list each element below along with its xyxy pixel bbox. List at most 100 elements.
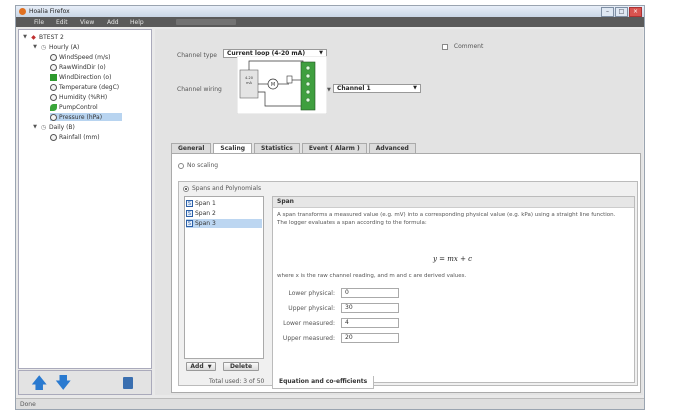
arrow-up-icon[interactable]: 🡅 [31, 374, 47, 392]
menu-file[interactable]: File [34, 19, 44, 26]
tree-item-label: Pressure (hPa) [59, 113, 103, 121]
gauge-icon [50, 113, 57, 121]
chevron-down-icon: ▼ [207, 364, 212, 370]
scaling-panel: No scaling Spans and Polynomials S Span … [171, 153, 641, 393]
menu-bar: File Edit View Add Help [16, 17, 644, 27]
tab-event-alarm[interactable]: Event ( Alarm ) [301, 143, 367, 153]
delete-button[interactable]: Delete [223, 362, 259, 371]
menu-help[interactable]: Help [130, 19, 144, 26]
svg-text:4-20: 4-20 [245, 76, 253, 80]
arrow-down-icon[interactable]: 🡇 [55, 374, 71, 392]
app-window: Hoalia Firefox – □ × File Edit View Add … [15, 5, 645, 410]
tree-item-label: Temperature (degC) [59, 83, 120, 91]
tree-group-hourly[interactable]: ▼ ◷ Hourly (A) [32, 43, 79, 51]
control-icon [50, 103, 57, 111]
menu-add[interactable]: Add [107, 19, 119, 26]
menu-search-field[interactable] [176, 19, 236, 25]
tab-scaling[interactable]: Scaling [213, 143, 253, 153]
spans-list: S Span 1 S Span 2 S Span 3 [184, 196, 264, 359]
tree-item-pumpcontrol[interactable]: PumpControl [50, 103, 98, 111]
lower-physical-label: Lower physical: [288, 290, 336, 297]
channel-type-label: Channel type [177, 52, 217, 59]
gauge-icon [50, 53, 57, 61]
chevron-down-icon[interactable]: ▼ [32, 44, 38, 50]
spans-label: Spans and Polynomials [192, 185, 262, 192]
list-item-span-3[interactable]: S Span 3 [186, 219, 262, 228]
chevron-down-icon: ▼ [413, 85, 417, 91]
span-icon: S [186, 220, 193, 227]
upper-measured-input[interactable]: 20 [341, 333, 399, 343]
gauge-icon [50, 83, 57, 91]
gauge-icon [50, 133, 57, 141]
tab-statistics[interactable]: Statistics [254, 143, 300, 153]
tree-item-humidity[interactable]: Humidity (%RH) [50, 93, 107, 101]
tree-root[interactable]: ▼ ◆ BTEST 2 [22, 33, 64, 41]
spans-option[interactable]: Spans and Polynomials [183, 185, 261, 192]
wiring-diagram: 4-20 mA M [237, 56, 327, 114]
tree-item-pressure[interactable]: Pressure (hPa) [50, 113, 122, 121]
spans-group: Spans and Polynomials S Span 1 S Span 2 … [178, 181, 638, 389]
main-panel: Channel type Current loop (4-20 mA) ▼ Co… [155, 29, 643, 395]
tree-item-label: Rainfall (mm) [59, 133, 100, 141]
gauge-icon [50, 93, 57, 101]
upper-physical-input[interactable]: 30 [341, 303, 399, 313]
no-scaling-radio[interactable] [178, 162, 184, 169]
comment-checkbox[interactable] [442, 43, 448, 50]
window-controls: – □ × [601, 7, 642, 17]
tree-item-rawwinddir[interactable]: RawWindDir (o) [50, 63, 106, 71]
channel-wiring-select[interactable]: Channel 1 ▼ [333, 84, 421, 93]
tree-item-windspeed[interactable]: WindSpeed (m/s) [50, 53, 110, 61]
tab-general[interactable]: General [171, 143, 212, 153]
upper-physical-label: Upper physical: [288, 305, 335, 312]
upper-measured-label: Upper measured: [282, 335, 335, 342]
channel-wiring-value: Channel 1 [337, 85, 371, 92]
tab-bar: General Scaling Statistics Event ( Alarm… [171, 143, 416, 153]
comment-checkbox-row[interactable]: Comment [442, 43, 483, 50]
list-item-span-2[interactable]: S Span 2 [186, 209, 262, 218]
tree-item-winddirection[interactable]: WindDirection (o) [50, 73, 111, 81]
svg-text:mA: mA [246, 81, 252, 85]
tab-equation-coefficients[interactable]: Equation and co-efficients [272, 376, 375, 389]
lower-measured-input[interactable]: 4 [341, 318, 399, 328]
status-bar: Done [16, 398, 644, 409]
menu-edit[interactable]: Edit [56, 19, 68, 26]
tree-item-label: WindSpeed (m/s) [59, 53, 111, 61]
app-logo-icon [19, 8, 26, 15]
sidebar-toolbar: 🡅 🡇 [18, 370, 152, 395]
minimize-icon[interactable]: – [601, 7, 614, 17]
lower-physical-input[interactable]: 0 [341, 288, 399, 298]
wiring-chevron-icon[interactable]: ▼ [327, 87, 331, 93]
list-item-span-1[interactable]: S Span 1 [186, 199, 262, 208]
chevron-down-icon[interactable]: ▼ [32, 124, 38, 130]
span-description: A span transforms a measured value (e.g.… [277, 212, 616, 226]
span-icon: S [186, 210, 193, 217]
chevron-down-icon[interactable]: ▼ [22, 34, 28, 40]
svg-text:M: M [271, 82, 275, 88]
lower-measured-label: Lower measured: [283, 320, 335, 327]
span-icon: S [186, 200, 193, 207]
list-item-label: Span 1 [195, 200, 216, 207]
tree-group-daily[interactable]: ▼ ◷ Daily (B) [32, 123, 75, 131]
close-icon[interactable]: × [629, 7, 642, 17]
no-scaling-option[interactable]: No scaling [178, 162, 218, 169]
calculation-icon [50, 73, 57, 81]
trash-icon[interactable] [123, 377, 133, 389]
tree-root-label: BTEST 2 [39, 33, 64, 41]
menu-view[interactable]: View [80, 19, 94, 26]
add-button[interactable]: Add ▼ [186, 362, 216, 371]
maximize-icon[interactable]: □ [615, 7, 628, 17]
window-title: Hoalia Firefox [29, 8, 70, 15]
span-detail-header: Span [273, 197, 634, 208]
sidebar-tree: ▼ ◆ BTEST 2 ▼ ◷ Hourly (A) WindSpeed (m/… [18, 29, 152, 369]
tree-item-label: RawWindDir (o) [59, 63, 106, 71]
spans-radio[interactable] [183, 185, 189, 192]
tree-item-temperature[interactable]: Temperature (degC) [50, 83, 119, 91]
channel-wiring-label: Channel wiring [177, 86, 222, 93]
tree-group-label: Daily (B) [49, 123, 75, 131]
tab-advanced[interactable]: Advanced [368, 143, 416, 153]
logger-icon: ◆ [31, 33, 36, 41]
span-formula: y = mx + c [433, 255, 473, 263]
tree-item-label: PumpControl [59, 103, 98, 111]
tree-item-rainfall[interactable]: Rainfall (mm) [50, 133, 100, 141]
span-note: where x is the raw channel reading, and … [277, 273, 467, 279]
